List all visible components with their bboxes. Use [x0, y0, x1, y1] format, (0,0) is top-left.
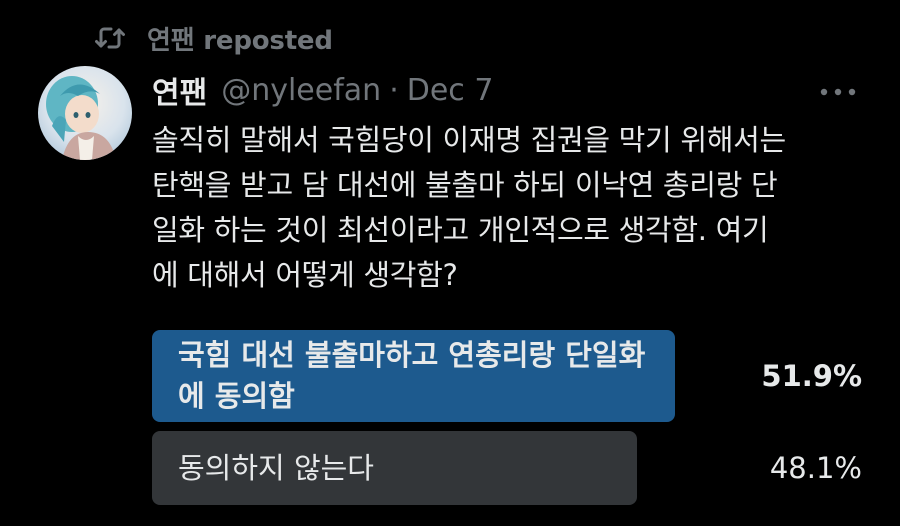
more-icon	[820, 81, 856, 100]
poll-option-percent: 48.1%	[769, 451, 862, 485]
poll-option-label: 동의하지 않는다	[178, 450, 374, 485]
tweet-date[interactable]: Dec 7	[407, 73, 494, 108]
repost-indicator: 연팬 reposted	[95, 20, 333, 56]
poll-option-percent: 51.9%	[761, 359, 862, 393]
poll-option-disagree[interactable]: 동의하지 않는다 48.1%	[152, 431, 862, 505]
poll-option-agree[interactable]: 국힘 대선 불출마하고 연총리랑 단일화 에 동의함 51.9%	[152, 330, 862, 422]
header-separator: ·	[389, 72, 399, 108]
poll-option-label: 국힘 대선 불출마하고 연총리랑 단일화 에 동의함	[178, 338, 646, 413]
author-display-name[interactable]: 연팬	[152, 68, 207, 112]
more-options-button[interactable]	[816, 78, 860, 102]
tweet-header: 연팬 @nyleefan · Dec 7	[152, 66, 493, 114]
repost-icon	[95, 25, 125, 51]
author-handle[interactable]: @nyleefan	[221, 73, 381, 108]
tweet-text: 솔직히 말해서 국힘당이 이재명 집권을 막기 위해서는 탄핵을 받고 담 대선…	[152, 123, 786, 292]
avatar[interactable]	[38, 66, 132, 160]
repost-label[interactable]: 연팬 reposted	[147, 20, 333, 57]
